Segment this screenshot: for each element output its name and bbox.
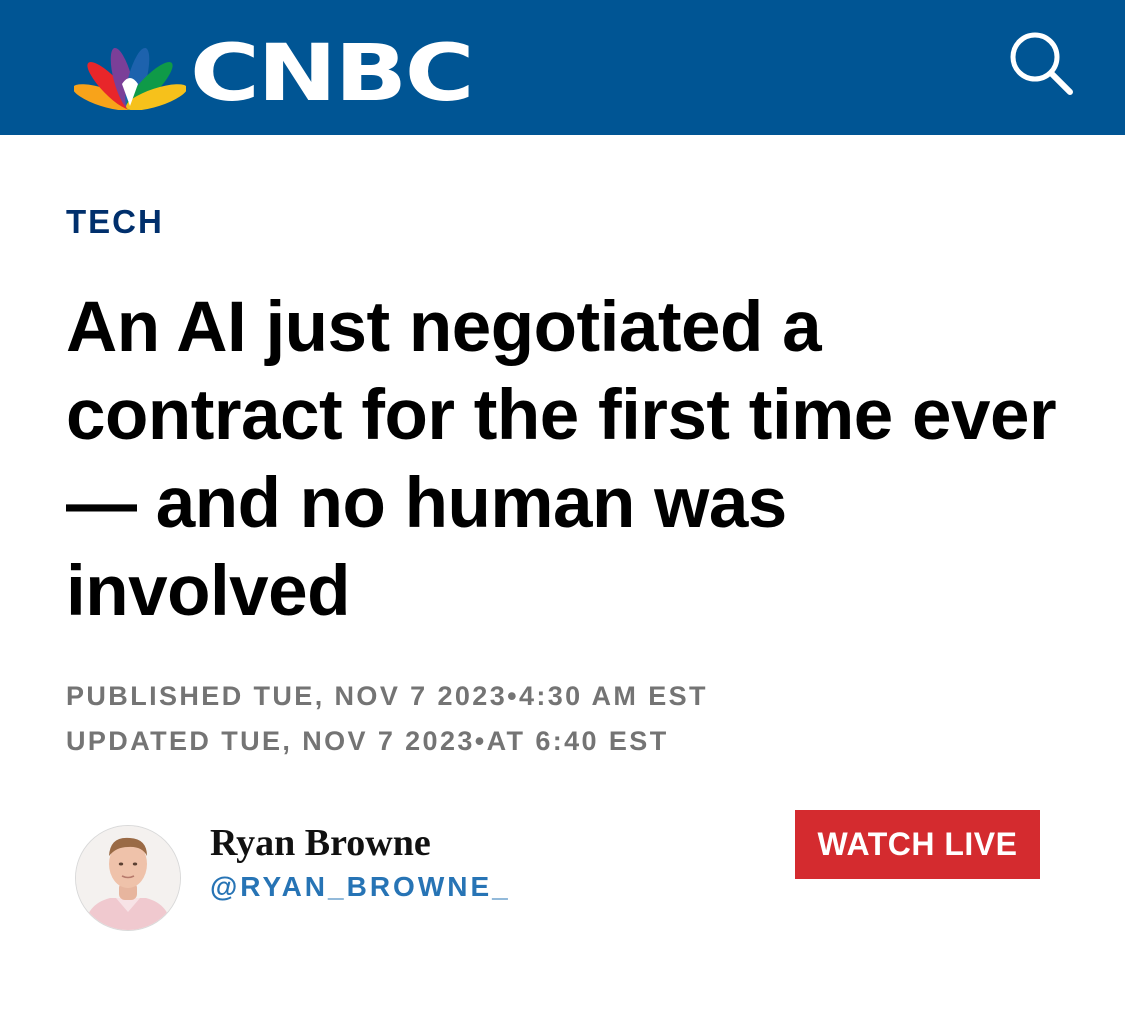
author-avatar[interactable] [75, 825, 181, 931]
updated-date: UPDATED TUE, NOV 7 2023•AT 6:40 EST [66, 726, 669, 756]
site-header: CNBC [0, 0, 1125, 135]
author-name[interactable]: Ryan Browne [210, 820, 431, 866]
search-icon [1010, 32, 1073, 95]
section-link-tech[interactable]: TECH [66, 202, 164, 242]
cnbc-wordmark: CNBC [190, 29, 475, 119]
article-timestamps: PUBLISHED TUE, NOV 7 2023•4:30 AM EST UP… [66, 674, 1066, 764]
author-photo [76, 826, 180, 930]
article-page: CNBC TECH An AI just negotiated a contra… [0, 0, 1125, 1014]
peacock-icon [74, 47, 186, 110]
author-twitter-handle[interactable]: @RYAN_BROWNE_ [210, 869, 511, 905]
search-button[interactable] [1006, 28, 1076, 98]
article-headline: An AI just negotiated a contract for the… [66, 288, 1057, 631]
watch-live-button[interactable]: WATCH LIVE [795, 810, 1040, 879]
cnbc-logo[interactable]: CNBC [74, 32, 544, 116]
published-date: PUBLISHED TUE, NOV 7 2023•4:30 AM EST [66, 681, 708, 711]
